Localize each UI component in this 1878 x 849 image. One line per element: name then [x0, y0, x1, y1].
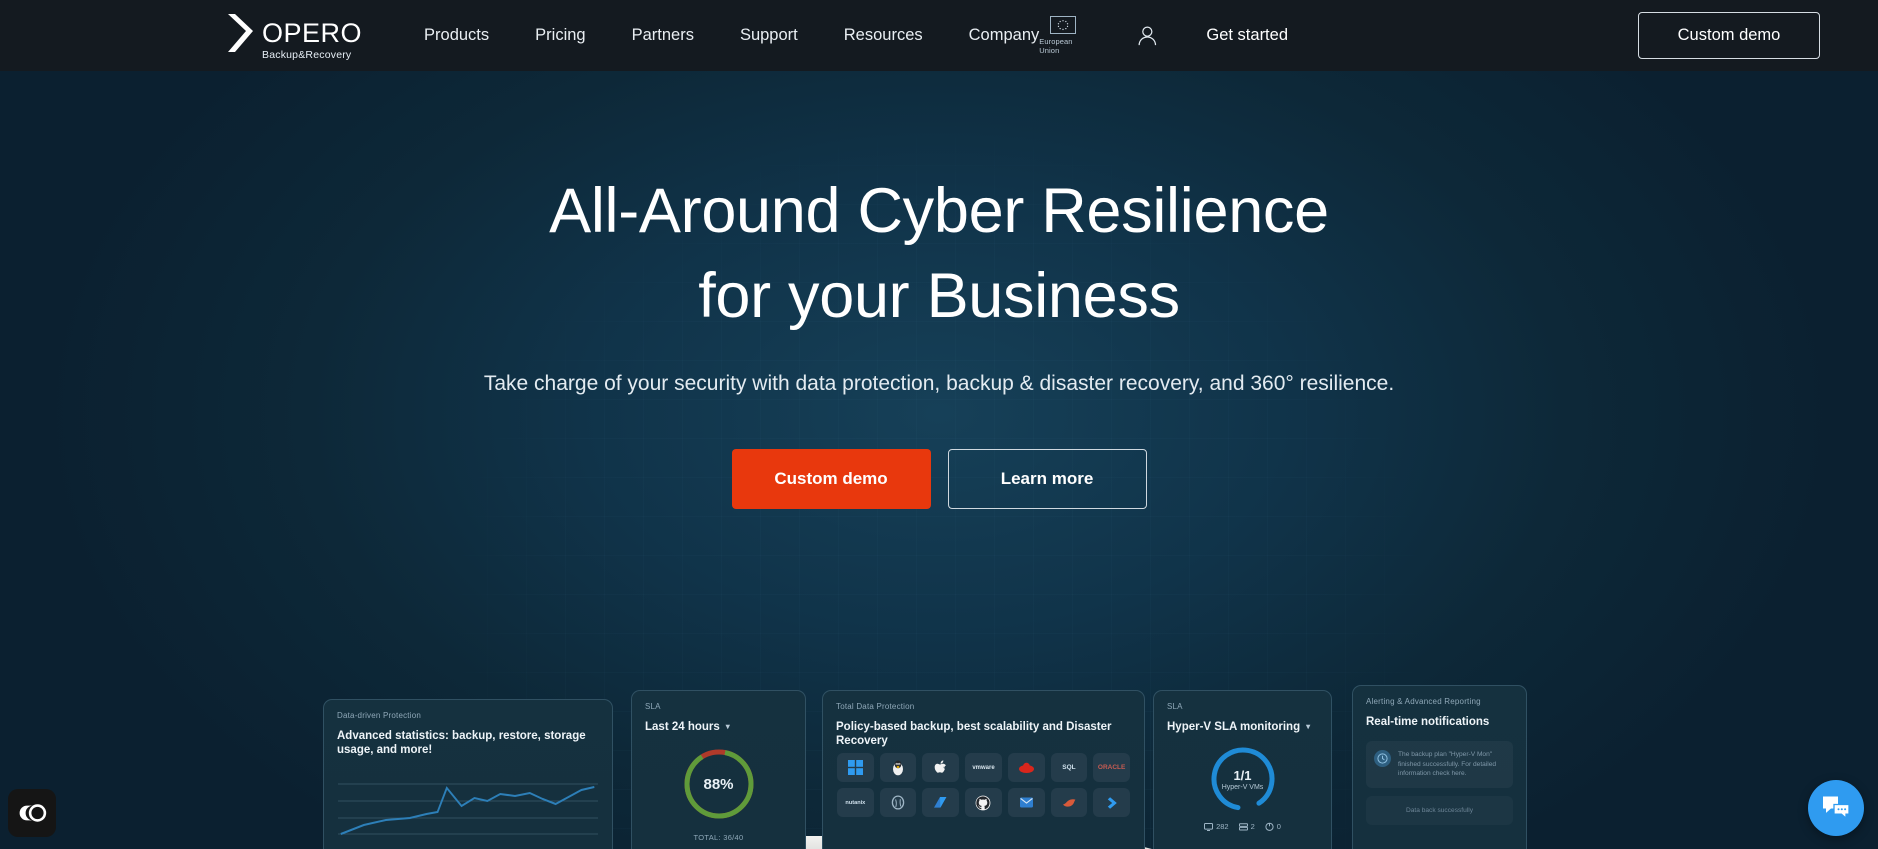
platform-logo-oracle: ORACLE — [1093, 753, 1130, 782]
statistics-line-chart — [338, 768, 598, 840]
platform-logo-postgresql — [879, 788, 917, 817]
hyperv-ring-chart: 1/1 Hyper-V VMs — [1207, 743, 1279, 815]
platform-logo-azure — [1093, 788, 1130, 817]
header-custom-demo-button[interactable]: Custom demo — [1638, 12, 1820, 59]
nav-item-pricing[interactable]: Pricing — [535, 18, 585, 53]
card-title: Real-time notifications — [1366, 716, 1490, 728]
cookie-consent-icon — [19, 804, 47, 822]
platform-logo-vmware: vmware — [965, 753, 1002, 782]
hyperv-stat-value: 2 — [1250, 822, 1255, 831]
clock-check-icon — [1374, 750, 1391, 767]
sla-total-label: TOTAL: 36/40 — [693, 833, 744, 842]
card-title-row: Hyper-V SLA monitoring ▾ — [1167, 720, 1318, 734]
card-tag: Total Data Protection — [836, 702, 915, 711]
platform-logo-windows — [837, 753, 874, 782]
card-title: Advanced statistics: backup, restore, st… — [337, 730, 586, 756]
hyperv-stat-server: 2 — [1238, 822, 1255, 831]
platform-logo-redhat — [1007, 753, 1045, 782]
card-title: Hyper-V SLA monitoring — [1167, 721, 1301, 733]
platform-logo-microsoft365 — [922, 788, 960, 817]
sla-donut-wrapper: 88% TOTAL: 36/40 — [632, 745, 805, 842]
monitor-icon — [1204, 822, 1214, 831]
hyperv-ring-label: 1/1 Hyper-V VMs — [1207, 743, 1279, 815]
chevron-down-icon[interactable]: ▾ — [726, 720, 730, 734]
hyperv-stat-value: 282 — [1216, 822, 1229, 831]
platform-logo-linux — [879, 753, 917, 782]
hyperv-stat-value: 0 — [1276, 822, 1281, 831]
sla-donut-chart: 88% — [680, 745, 758, 823]
card-tag: SLA — [645, 702, 661, 711]
server-icon — [1238, 822, 1248, 830]
card-tag: Alerting & Advanced Reporting — [1366, 697, 1481, 706]
hyperv-ring-wrapper: 1/1 Hyper-V VMs 282 2 0 — [1154, 743, 1331, 831]
supported-platform-logos: vmware SQL ORACLE nutanix — [837, 753, 1130, 817]
hero-headline: All-Around Cyber Resilience for your Bus… — [0, 169, 1878, 339]
card-title-row: Last 24 hours ▾ — [645, 720, 792, 734]
card-hyperv-sla-monitoring[interactable]: SLA Hyper-V SLA monitoring ▾ 1/1 Hyper-V… — [1153, 690, 1332, 849]
eu-label: European Union — [1039, 37, 1073, 55]
hyperv-vm-caption: Hyper-V VMs — [1221, 783, 1264, 791]
card-total-data-protection[interactable]: Total Data Protection Policy-based backu… — [822, 690, 1145, 849]
card-title: Last 24 hours — [645, 721, 720, 733]
nav-item-support[interactable]: Support — [740, 18, 798, 53]
platform-logo-github — [965, 788, 1002, 817]
chevron-down-icon[interactable]: ▾ — [1306, 720, 1310, 734]
dashboard-illustration: Data-driven Protection Advanced statisti… — [0, 622, 1878, 849]
header-actions: European Union Get started — [1039, 16, 1288, 55]
notification-item[interactable]: The backup plan "Hyper-V Mon" finished s… — [1366, 741, 1513, 788]
hero-custom-demo-button[interactable]: Custom demo — [731, 449, 931, 509]
brand-logo[interactable]: OPERO Backup&Recovery — [224, 11, 362, 61]
hero-headline-line1: All-Around Cyber Resilience — [549, 176, 1329, 246]
hero-headline-line2: for your Business — [698, 261, 1180, 331]
hero-learn-more-button[interactable]: Learn more — [947, 449, 1147, 509]
platform-logo-mariadb — [1050, 788, 1088, 817]
main-navigation: Products Pricing Partners Support Resour… — [424, 18, 1039, 53]
hyperv-vm-count: 1/1 — [1233, 767, 1252, 783]
notification-text: The backup plan "Hyper-V Mon" finished s… — [1398, 751, 1497, 777]
chat-widget-button[interactable] — [1808, 780, 1864, 836]
platform-logo-apple — [922, 753, 960, 782]
card-tag: SLA — [1167, 702, 1183, 711]
eu-flag-icon — [1050, 16, 1077, 34]
platform-logo-nutanix: nutanix — [837, 788, 874, 817]
card-tag: Data-driven Protection — [337, 711, 421, 720]
hyperv-stat-power: 0 — [1265, 822, 1281, 831]
logo-wordmark: OPERO — [262, 17, 363, 48]
sla-percentage: 88% — [703, 775, 734, 793]
hyperv-stat-monitor: 282 — [1204, 822, 1229, 831]
power-icon — [1265, 822, 1274, 831]
get-started-link[interactable]: Get started — [1206, 26, 1288, 45]
chat-bubbles-icon — [1823, 796, 1850, 820]
hyperv-stats-row: 282 2 0 — [1154, 822, 1331, 831]
site-header: OPERO Backup&Recovery Products Pricing P… — [0, 0, 1878, 71]
hero-section: All-Around Cyber Resilience for your Bus… — [0, 71, 1878, 849]
x-arrow-logo-icon — [228, 13, 253, 52]
nav-item-products[interactable]: Products — [424, 18, 489, 53]
platform-logo-sql: SQL — [1050, 753, 1088, 782]
card-title: Policy-based backup, best scalability an… — [836, 721, 1112, 747]
logo-tagline: Backup&Recovery — [262, 48, 352, 61]
card-data-driven-protection[interactable]: Data-driven Protection Advanced statisti… — [323, 699, 613, 849]
chart-line-series — [340, 786, 595, 835]
european-union-link[interactable]: European Union — [1039, 16, 1087, 55]
card-realtime-notifications[interactable]: Alerting & Advanced Reporting Real-time … — [1352, 685, 1527, 849]
nav-item-resources[interactable]: Resources — [844, 18, 923, 53]
cookie-consent-button[interactable] — [8, 789, 56, 837]
user-account-icon[interactable] — [1136, 22, 1159, 50]
nav-item-partners[interactable]: Partners — [632, 18, 694, 53]
hero-subtitle: Take charge of your security with data p… — [483, 372, 1395, 395]
nav-item-company[interactable]: Company — [969, 18, 1040, 53]
notification-footer: Data back successfully — [1366, 796, 1513, 825]
hero-cta-group: Custom demo Learn more — [0, 449, 1878, 509]
platform-logo-exchange — [1007, 788, 1045, 817]
card-sla-last-24-hours[interactable]: SLA Last 24 hours ▾ 88% TOTAL: 36/40 — [631, 690, 806, 849]
